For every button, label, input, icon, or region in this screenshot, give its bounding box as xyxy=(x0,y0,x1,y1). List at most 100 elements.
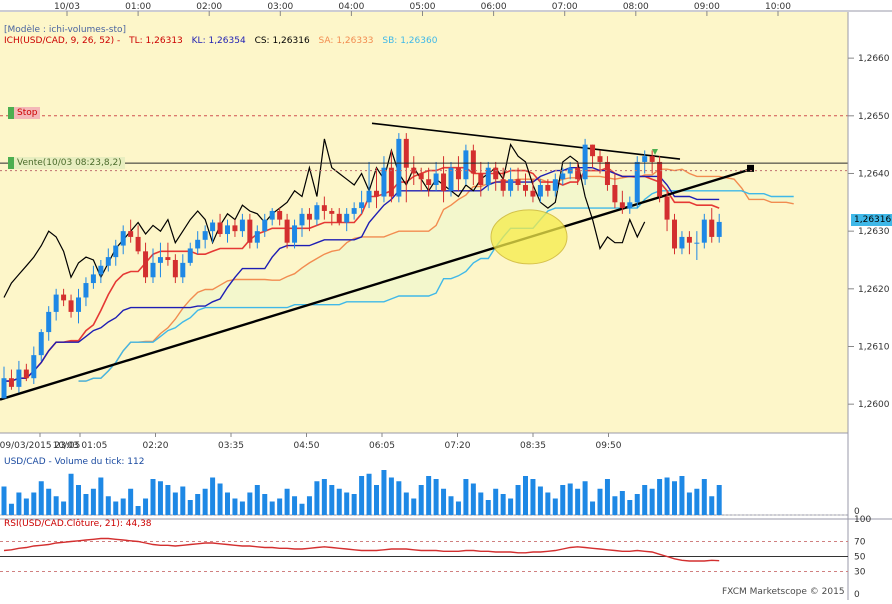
volume-bar xyxy=(98,477,104,515)
volume-bar xyxy=(619,491,625,515)
rsi-axis-label: 30 xyxy=(854,568,866,578)
candle-body xyxy=(113,245,119,258)
candle-body xyxy=(76,297,81,312)
volume-bar xyxy=(530,479,536,515)
candle-body xyxy=(441,173,447,191)
candle-body xyxy=(515,179,521,186)
volume-bar xyxy=(61,501,67,515)
candle-body xyxy=(232,225,238,232)
volume-bar xyxy=(336,488,342,515)
volume-bar xyxy=(418,485,424,515)
top-axis-tick-label: 05:00 xyxy=(410,2,436,12)
volume-bar xyxy=(686,492,692,515)
volume-bar xyxy=(627,500,633,515)
candle-body xyxy=(545,185,551,191)
candle-body xyxy=(552,179,558,191)
rsi-axis-label: 50 xyxy=(854,553,866,563)
tl-value: TL: 1,26313 xyxy=(129,36,183,46)
candle-body xyxy=(508,179,514,191)
candle-body xyxy=(374,190,379,197)
candle-body xyxy=(455,167,461,180)
volume-bar xyxy=(254,485,260,515)
time-axis-label: 03:35 xyxy=(218,441,244,451)
candle-body xyxy=(262,219,268,232)
chart-svg[interactable]: 10/03 01:00 02:00 03:00 04:00 05:00 06:00 07:00… xyxy=(0,0,892,600)
candle-body xyxy=(105,257,111,266)
volume-bar xyxy=(172,492,178,515)
candle-body xyxy=(597,156,603,162)
volume-bar xyxy=(657,479,663,515)
volume-bar xyxy=(604,479,610,515)
candle-body xyxy=(664,196,670,220)
candle-body xyxy=(128,231,134,237)
candle-body xyxy=(321,205,327,211)
candle-body xyxy=(314,205,320,220)
candle-body xyxy=(709,219,715,237)
volume-bar xyxy=(359,476,365,515)
candle-body xyxy=(619,202,625,209)
rsi-axis-label: 70 xyxy=(854,538,866,548)
candle-body xyxy=(210,222,216,232)
volume-bar xyxy=(388,477,394,515)
template-label: [Modèle : ichi-volumes-sto] xyxy=(4,25,132,35)
volume-bar xyxy=(366,473,372,515)
candle-body xyxy=(381,167,387,197)
candle-body xyxy=(672,219,677,249)
footer-text: FXCM Marketscope © 2015 xyxy=(722,587,845,597)
candle-body xyxy=(165,257,171,260)
volume-bar xyxy=(649,488,655,515)
candle-body xyxy=(180,262,186,278)
price-axis-label: 1,2620 xyxy=(858,285,890,295)
volume-bar xyxy=(150,479,156,515)
candle-body xyxy=(292,225,298,243)
volume-bar xyxy=(76,485,81,515)
volume-bar xyxy=(210,477,216,515)
time-axis-label: 06:05 xyxy=(369,441,395,451)
candle-body xyxy=(627,202,633,209)
sell-order-tag[interactable]: Vente(10/03 08:23,8,2) xyxy=(8,157,125,169)
volume-bar xyxy=(232,498,238,515)
time-axis-label: 02:20 xyxy=(143,441,169,451)
volume-bar xyxy=(478,492,484,515)
candle-body xyxy=(329,210,335,214)
candle-body xyxy=(150,262,156,278)
volume-bar xyxy=(411,498,417,515)
volume-bar xyxy=(269,501,275,515)
volume-bar xyxy=(500,494,506,515)
volume-bar xyxy=(8,503,14,515)
kl-value: KL: 1,26354 xyxy=(191,36,246,46)
volume-bar xyxy=(120,498,126,515)
volume-bar xyxy=(582,481,588,515)
volume-bar xyxy=(225,492,230,515)
candle-body xyxy=(16,369,22,387)
time-axis-label: 04:50 xyxy=(294,441,320,451)
candle-body xyxy=(247,219,253,243)
candle-body xyxy=(172,259,178,278)
candle-body xyxy=(46,311,52,333)
candle-body xyxy=(53,294,59,312)
candle-body xyxy=(1,378,7,399)
footer: FXCM Marketscope © 2015 xyxy=(722,587,851,597)
volume-bar xyxy=(202,488,208,515)
candle-body xyxy=(143,251,149,278)
volume-bar xyxy=(46,488,52,515)
top-axis-tick-label: 03:00 xyxy=(267,2,293,12)
candle-body xyxy=(396,138,402,197)
volume-bar xyxy=(195,494,201,515)
volume-bar xyxy=(634,494,640,515)
candle-body xyxy=(120,231,126,246)
candle-body xyxy=(306,213,312,220)
volume-bar xyxy=(306,496,312,515)
volume-bar xyxy=(470,483,476,515)
candle-body xyxy=(277,210,283,220)
candle-body xyxy=(98,265,104,275)
candle-body xyxy=(560,173,566,180)
candle-body xyxy=(157,257,163,263)
candle-body xyxy=(523,185,528,191)
stop-order-tag[interactable]: Stop xyxy=(8,107,41,119)
volume-bar xyxy=(381,470,387,515)
candle-body xyxy=(701,219,707,243)
candle-body xyxy=(679,236,685,249)
candle-body xyxy=(418,173,424,180)
volume-bar xyxy=(515,485,521,515)
